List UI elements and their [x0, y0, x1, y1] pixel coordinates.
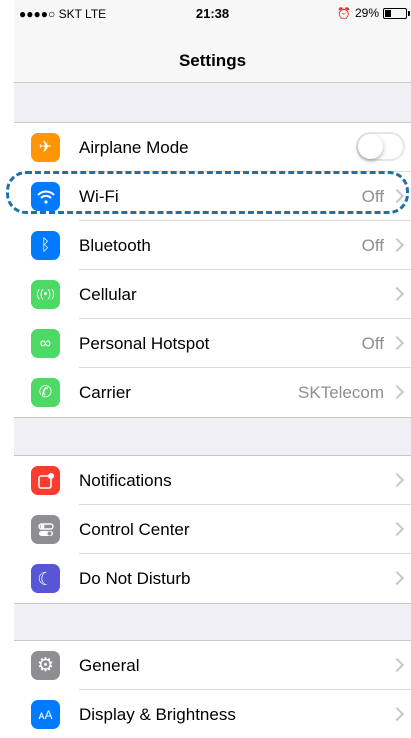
row-do-not-disturb[interactable]: ☾ Do Not Disturb	[14, 554, 411, 603]
phone-icon: ✆	[31, 378, 60, 407]
row-value: Off	[361, 334, 384, 353]
chevron-right-icon	[389, 472, 405, 488]
page-title: Settings	[178, 51, 247, 70]
settings-group-notifications: Notifications Control Center ☾ Do Not Di…	[14, 455, 411, 604]
battery-percent: 29%	[354, 6, 379, 20]
row-label: Display & Brightness	[79, 705, 236, 724]
chevron-right-icon	[389, 657, 405, 673]
row-cellular[interactable]: ((•)) Cellular	[14, 270, 411, 319]
row-control-center[interactable]: Control Center	[14, 505, 411, 554]
row-value: Off	[361, 236, 384, 255]
row-display-brightness[interactable]: ᴀA Display & Brightness	[14, 690, 411, 738]
notifications-icon	[31, 466, 60, 495]
row-bluetooth[interactable]: ᛒ Bluetooth Off	[14, 221, 411, 270]
chevron-right-icon	[389, 237, 405, 253]
settings-group-connectivity: ✈ Airplane Mode Wi-Fi Off ᛒ Bluetooth Of…	[14, 122, 411, 418]
row-label: Notifications	[79, 471, 172, 490]
chevron-right-icon	[389, 286, 405, 302]
row-label: General	[79, 656, 140, 675]
row-label: Carrier	[79, 383, 131, 402]
row-notifications[interactable]: Notifications	[14, 456, 411, 505]
cellular-icon: ((•))	[31, 280, 60, 309]
chevron-right-icon	[389, 384, 405, 400]
status-right: ⏰ 29%	[337, 6, 410, 20]
row-label: Do Not Disturb	[79, 569, 191, 588]
gear-icon: ⚙	[31, 651, 60, 680]
row-value: SKTelecom	[298, 383, 384, 402]
wifi-highlight-annotation	[6, 171, 409, 214]
row-label: Cellular	[79, 285, 137, 304]
row-label: Bluetooth	[79, 236, 151, 255]
row-personal-hotspot[interactable]: ∞ Personal Hotspot Off	[14, 319, 411, 368]
navigation-bar: Settings	[14, 26, 411, 83]
chevron-right-icon	[389, 521, 405, 537]
settings-group-general: ⚙ General ᴀA Display & Brightness	[14, 640, 411, 738]
row-label: Airplane Mode	[79, 138, 189, 157]
row-label: Control Center	[79, 520, 190, 539]
airplane-mode-toggle[interactable]	[356, 132, 405, 161]
chevron-right-icon	[389, 335, 405, 351]
hotspot-icon: ∞	[31, 329, 60, 358]
bluetooth-icon: ᛒ	[31, 231, 60, 260]
display-brightness-icon: ᴀA	[31, 700, 60, 729]
alarm-clock-icon: ⏰	[337, 7, 351, 20]
moon-icon: ☾	[31, 564, 60, 593]
settings-screen: ●●●●○ SKT LTE 21:38 ⏰ 29% Settings ✈ Air…	[14, 0, 411, 738]
battery-level	[385, 9, 391, 17]
row-carrier[interactable]: ✆ Carrier SKTelecom	[14, 368, 411, 417]
battery-icon	[383, 7, 410, 19]
chevron-right-icon	[389, 706, 405, 722]
row-airplane-mode[interactable]: ✈ Airplane Mode	[14, 123, 411, 172]
chevron-right-icon	[389, 570, 405, 586]
airplane-icon: ✈	[31, 133, 60, 162]
row-general[interactable]: ⚙ General	[14, 641, 411, 690]
control-center-icon	[31, 515, 60, 544]
row-label: Personal Hotspot	[79, 334, 210, 353]
status-bar: ●●●●○ SKT LTE 21:38 ⏰ 29%	[14, 0, 411, 26]
